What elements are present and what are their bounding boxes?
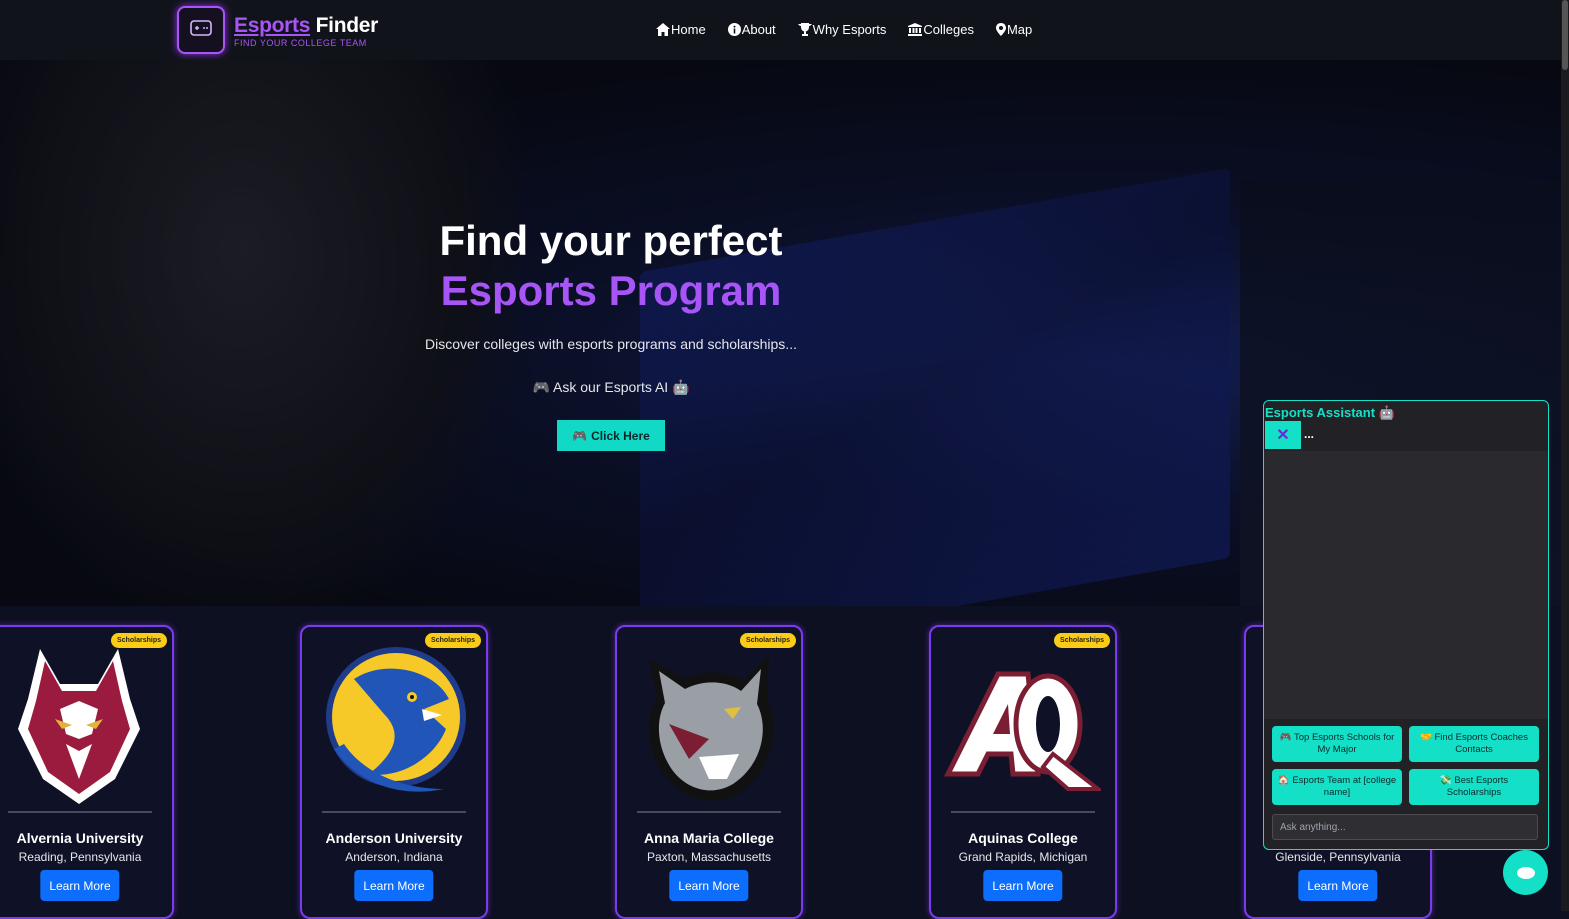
card-divider xyxy=(322,811,466,813)
learn-more-button[interactable]: Learn More xyxy=(1298,870,1378,901)
college-name: Anderson University xyxy=(325,830,463,846)
hero-title-accent: Esports Program xyxy=(440,267,782,314)
close-icon[interactable]: ✕ xyxy=(1265,421,1301,449)
learn-more-button[interactable]: Learn More xyxy=(40,870,120,901)
house-icon: 🏠 xyxy=(1277,775,1290,786)
chat-input[interactable] xyxy=(1272,814,1538,840)
quick-action-team[interactable]: 🏠 Esports Team at [college name] xyxy=(1272,769,1402,805)
brand-tagline: FIND YOUR COLLEGE TEAM xyxy=(234,38,367,48)
quick-action-top-schools[interactable]: 🎮 Top Esports Schools for My Major xyxy=(1272,726,1402,762)
gamepad-icon xyxy=(190,20,212,36)
nav-map[interactable]: Map xyxy=(995,22,1033,37)
map-pin-icon xyxy=(995,23,1006,36)
gamepad-icon: 🎮 xyxy=(1279,732,1292,743)
college-card: Scholarships Aquinas College Grand Rapid… xyxy=(929,625,1117,919)
chat-messages xyxy=(1264,451,1548,719)
gamepad-icon: 🎮 xyxy=(572,428,588,443)
wolf-logo xyxy=(18,649,140,804)
quick-action-label: Top Esports Schools for My Major xyxy=(1293,732,1395,755)
nav-colleges[interactable]: Colleges xyxy=(908,22,974,37)
quick-action-label: Best Esports Scholarships xyxy=(1446,775,1509,798)
learn-more-button[interactable]: Learn More xyxy=(669,870,749,901)
college-location: Grand Rapids, Michigan xyxy=(958,850,1088,864)
hero-cta-button[interactable]: 🎮 Click Here xyxy=(557,420,665,451)
scrollbar-thumb[interactable] xyxy=(1562,0,1568,70)
raven-logo xyxy=(326,647,466,792)
card-divider xyxy=(951,811,1095,813)
trophy-icon xyxy=(797,23,812,36)
amcat-logo xyxy=(649,654,774,801)
page-scrollbar[interactable] xyxy=(1561,0,1569,911)
chat-title: Esports Assistant 🤖 xyxy=(1265,405,1395,421)
hero-cta-label: Click Here xyxy=(591,428,650,443)
chat-title-text: Esports Assistant xyxy=(1265,405,1376,420)
quick-action-label: Find Esports Coaches Contacts xyxy=(1434,732,1528,755)
chat-bubble-icon xyxy=(1516,866,1535,879)
aq-logo xyxy=(943,671,1101,791)
nav-map-label: Map xyxy=(1006,22,1033,37)
main-nav: Home About Why Esports Colleges Map xyxy=(656,22,1032,37)
college-location: Glenside, Pennsylvania xyxy=(1275,850,1401,864)
quick-action-scholarships[interactable]: 💸 Best Esports Scholarships xyxy=(1409,769,1539,805)
hero-title: Find your perfect xyxy=(439,217,783,264)
nav-about[interactable]: About xyxy=(727,22,776,37)
card-divider xyxy=(637,811,781,813)
learn-more-button[interactable]: Learn More xyxy=(983,870,1063,901)
nav-home[interactable]: Home xyxy=(656,22,706,37)
gamepad-icon: 🎮 xyxy=(532,379,550,395)
hero-ai-prompt: 🎮 Ask our Esports AI 🤖 xyxy=(0,379,1222,396)
brand-title-part2: Finder xyxy=(315,14,379,37)
chat-toggle-button[interactable] xyxy=(1503,850,1548,895)
college-name: Anna Maria College xyxy=(644,830,774,846)
hero-ai-prompt-text: Ask our Esports AI xyxy=(553,379,669,395)
logo[interactable] xyxy=(177,6,225,54)
college-name: Alvernia University xyxy=(16,830,144,846)
college-location: Reading, Pennsylvania xyxy=(18,850,142,864)
nav-about-label: About xyxy=(741,22,776,37)
nav-colleges-label: Colleges xyxy=(923,22,974,37)
college-card: Scholarships Anderson University Anderso… xyxy=(300,625,488,919)
home-icon xyxy=(656,23,670,36)
learn-more-button[interactable]: Learn More xyxy=(354,870,434,901)
robot-icon: 🤖 xyxy=(1378,405,1395,420)
hero-description: Discover colleges with esports programs … xyxy=(425,336,797,352)
handshake-icon: 🤝 xyxy=(1420,732,1432,743)
college-card: Scholarships Alvernia University Reading… xyxy=(0,625,174,919)
robot-icon: 🤖 xyxy=(672,379,690,395)
college-card: Scholarships Anna Maria College Paxton, … xyxy=(615,625,803,919)
money-icon: 💸 xyxy=(1439,775,1452,786)
chat-panel: Esports Assistant 🤖 ✕ ... 🎮 Top Esports … xyxy=(1263,400,1549,850)
college-location: Paxton, Massachusetts xyxy=(646,850,772,864)
typing-indicator: ... xyxy=(1304,427,1315,441)
brand-title-part1: Esports xyxy=(234,14,311,37)
quick-action-coaches[interactable]: 🤝 Find Esports Coaches Contacts xyxy=(1409,726,1539,762)
university-icon xyxy=(908,23,923,36)
navbar: Esports Finder FIND YOUR COLLEGE TEAM Ho… xyxy=(0,0,1569,60)
brand-title[interactable]: Esports Finder xyxy=(234,14,378,38)
nav-why-esports-label: Why Esports xyxy=(812,22,887,37)
card-divider xyxy=(8,811,152,813)
info-icon xyxy=(727,23,741,36)
nav-why-esports[interactable]: Why Esports xyxy=(797,22,887,37)
quick-action-label: Esports Team at [college name] xyxy=(1292,775,1397,798)
nav-home-label: Home xyxy=(671,22,706,37)
college-location: Anderson, Indiana xyxy=(345,850,443,864)
college-name: Aquinas College xyxy=(968,830,1078,846)
